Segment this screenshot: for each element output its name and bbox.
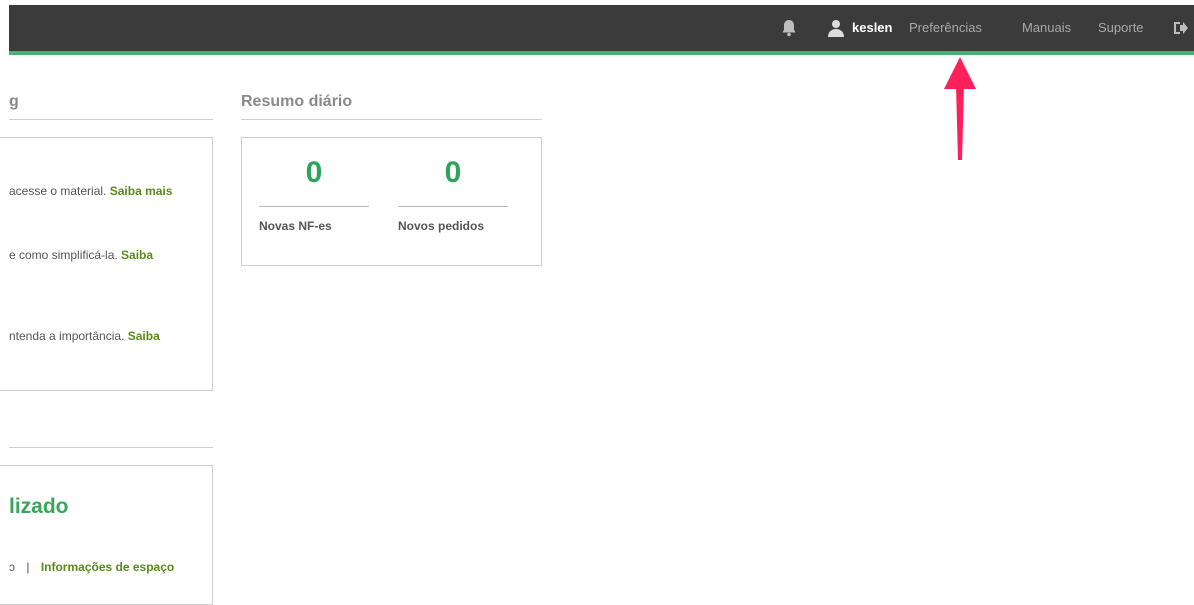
marketing-item: acesse o material. Saiba mais — [9, 184, 173, 198]
storage-title-rule — [9, 447, 213, 448]
bell-icon[interactable] — [779, 18, 799, 38]
storage-links: ɔ | Informações de espaço — [9, 560, 175, 574]
marketing-item: e como simplificá-la. Saiba — [9, 248, 154, 262]
informacoes-espaco-link[interactable]: Informações de espaço — [41, 560, 174, 574]
nav-suporte[interactable]: Suporte — [1098, 20, 1144, 35]
nav-preferencias[interactable]: Preferências — [909, 20, 982, 35]
stat-divider — [398, 206, 508, 207]
novos-pedidos-label: Novos pedidos — [398, 219, 485, 233]
novas-nfes-count: 0 — [305, 156, 323, 189]
logout-icon[interactable] — [1172, 20, 1188, 36]
username-link[interactable]: keslen — [852, 20, 892, 35]
stat-divider — [259, 206, 369, 207]
marketing-title-rule — [9, 119, 213, 120]
user-icon[interactable] — [826, 18, 846, 38]
marketing-panel: acesse o material. Saiba mais e como sim… — [0, 137, 213, 391]
resumo-panel: 0 Novas NF-es 0 Novos pedidos — [241, 137, 542, 266]
novas-nfes-label: Novas NF-es — [259, 219, 332, 233]
novos-pedidos-count: 0 — [444, 156, 462, 189]
resumo-title: Resumo diário — [241, 93, 353, 110]
annotation-arrow — [944, 57, 976, 160]
saiba-link[interactable]: Saiba — [128, 329, 160, 343]
saiba-link[interactable]: Saiba — [121, 248, 153, 262]
nav-manuais[interactable]: Manuais — [1022, 20, 1071, 35]
saiba-mais-link[interactable]: Saiba mais — [110, 184, 173, 198]
marketing-item: ntenda a importância. Saiba — [9, 329, 160, 343]
resumo-title-rule — [241, 119, 542, 120]
storage-panel: lizado ɔ | Informações de espaço — [0, 465, 213, 605]
marketing-title: g — [9, 93, 19, 110]
storage-heading: lizado — [9, 495, 69, 518]
top-navbar: keslen Preferências Manuais Suporte — [9, 5, 1194, 55]
